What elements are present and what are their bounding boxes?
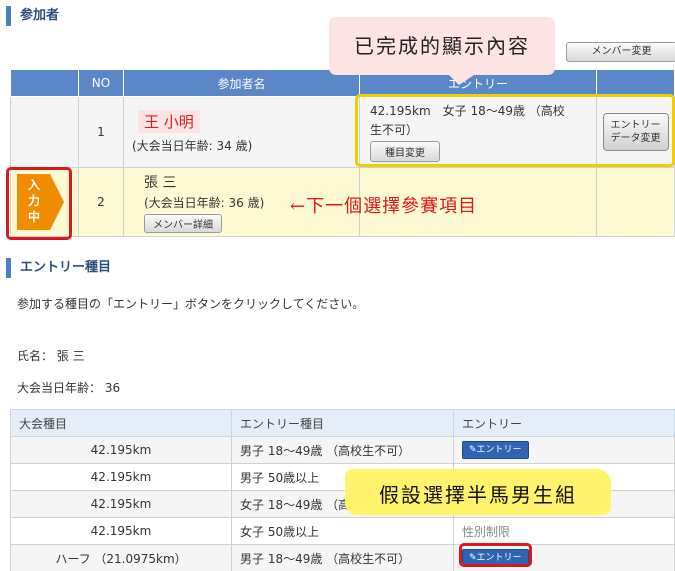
entry-button[interactable]: ✎エントリー — [462, 441, 529, 459]
member-detail-button[interactable]: メンバー詳細 — [144, 213, 222, 233]
header-participant-name: 参加者名 — [123, 69, 360, 97]
header-category: エントリー種目 — [231, 409, 454, 437]
event-cell: 42.195km — [10, 463, 232, 491]
change-members-button[interactable]: メンバー変更 — [566, 42, 675, 62]
entry-button-label: エントリー — [476, 445, 522, 455]
participant-name: 王 小明 — [138, 110, 200, 133]
pencil-icon: ✎ — [469, 445, 477, 455]
table-row: ハーフ （21.0975km） 男子 18～49歳 （高校生不可） ✎エントリー — [10, 544, 675, 571]
completed-entry-highlight — [355, 94, 675, 167]
category-cell: 男子 18～49歳 （高校生不可） — [231, 436, 454, 464]
participant-no: 2 — [78, 167, 124, 237]
row-marker-cell — [10, 96, 79, 168]
completed-caption-bubble: 已完成的顯示內容 — [329, 17, 555, 85]
event-cell: ハーフ （21.0975km） — [10, 544, 232, 571]
header-blank — [10, 69, 79, 97]
entry-instruction: 参加する種目の「エントリー」ボタンをクリックしてください。 — [17, 297, 365, 311]
participant-name-cell: 王 小明 (大会当日年齢: 34 歳) — [123, 96, 360, 168]
header-entry: エントリー — [453, 409, 675, 437]
participant-no: 1 — [78, 96, 124, 168]
category-cell: 女子 50歳以上 — [231, 517, 454, 545]
table-row: 42.195km 男子 18～49歳 （高校生不可） ✎エントリー — [10, 436, 675, 464]
event-cell: 42.195km — [10, 436, 232, 464]
event-cell: 42.195km — [10, 490, 232, 518]
category-cell: 男子 18～49歳 （高校生不可） — [231, 544, 454, 571]
event-cell: 42.195km — [10, 517, 232, 545]
header-event: 大会種目 — [10, 409, 232, 437]
header-action — [596, 69, 675, 97]
entry-cell: ✎エントリー — [453, 436, 675, 464]
next-step-caption: ←下一個選擇參賽項目 — [290, 196, 478, 217]
participants-section-title: 参加者 — [6, 6, 59, 26]
entry-section-title: エントリー種目 — [6, 258, 111, 278]
participant-age: (大会当日年齢: 34 歳) — [132, 139, 253, 153]
selected-entry-highlight — [459, 543, 532, 567]
entry-name-label: 氏名： 張 三 — [17, 349, 85, 363]
table-row: 42.195km 女子 50歳以上 性別制限 — [10, 517, 675, 545]
assume-caption: 假設選擇半馬男生組 — [379, 483, 577, 507]
action-cell — [596, 167, 675, 237]
entry-age-label: 大会当日年齢： 36 — [17, 381, 121, 395]
completed-caption: 已完成的顯示內容 — [354, 34, 530, 58]
header-no: NO — [78, 69, 124, 97]
participant-name: 張 三 — [144, 174, 177, 191]
entry-restriction-cell: 性別制限 — [453, 517, 675, 545]
badge-highlight-box — [6, 167, 72, 240]
